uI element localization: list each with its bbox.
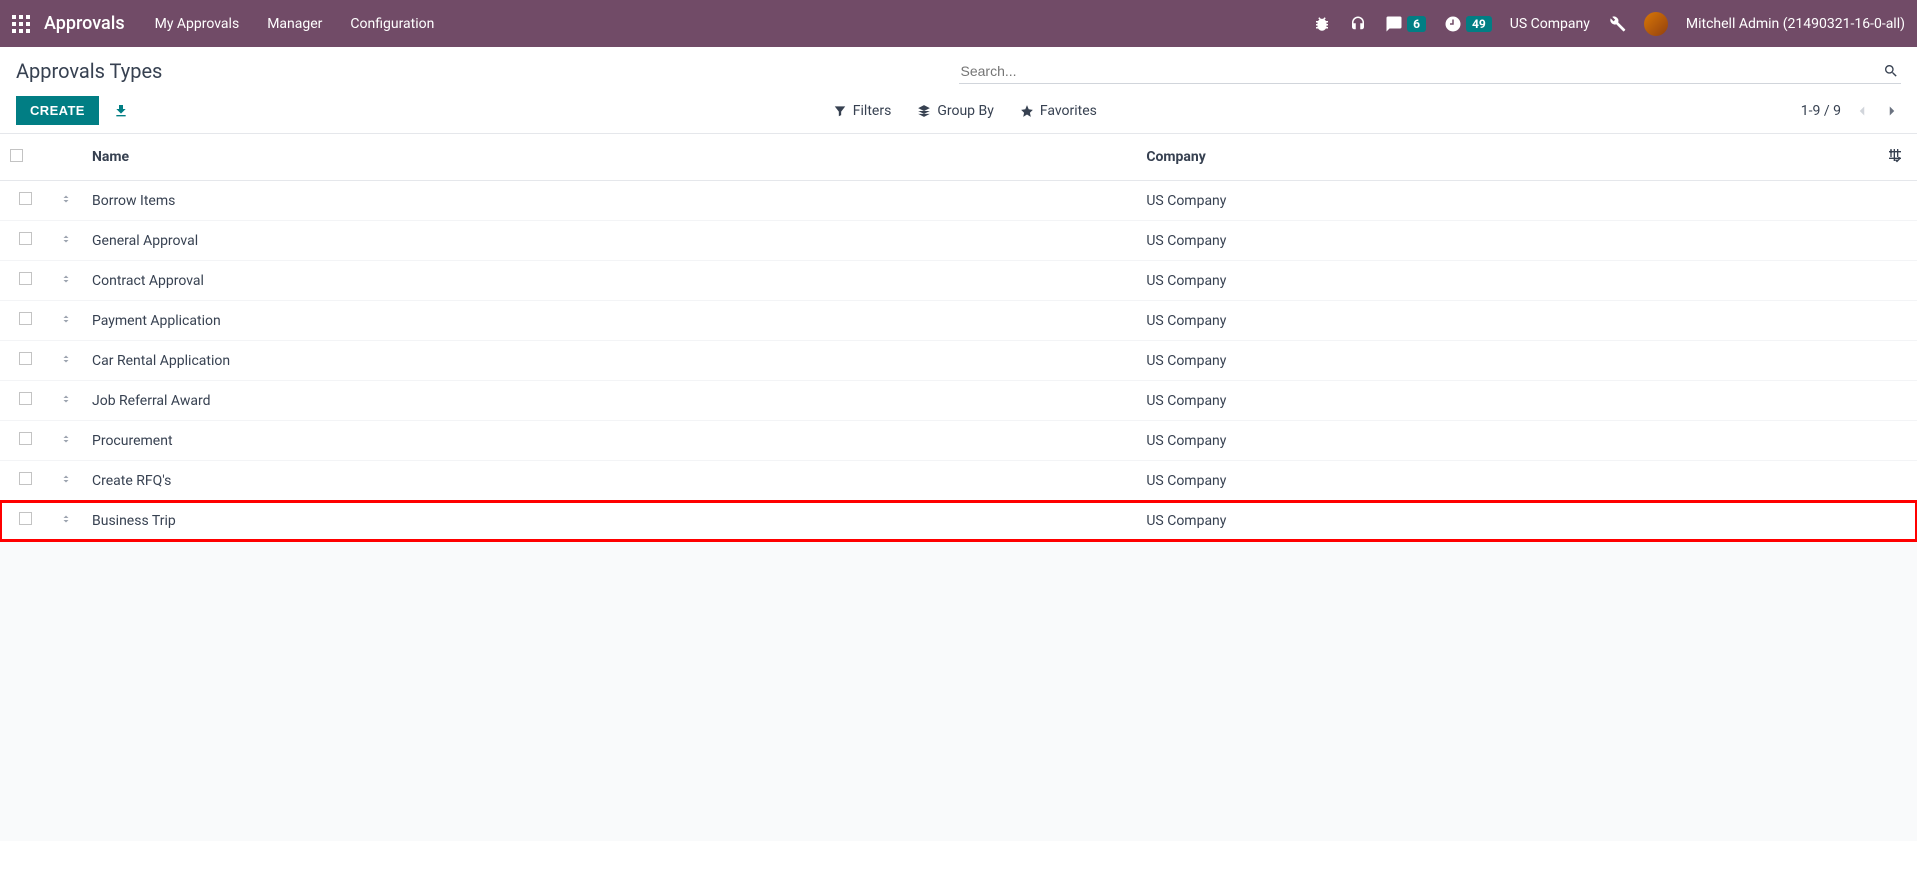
drag-handle-icon[interactable] xyxy=(60,433,72,445)
drag-handle-icon[interactable] xyxy=(60,273,72,285)
search-icon[interactable] xyxy=(1883,63,1899,79)
cell-name: Borrow Items xyxy=(82,181,1136,221)
nav-item-configuration[interactable]: Configuration xyxy=(350,16,434,32)
messages-button[interactable]: 6 xyxy=(1385,15,1426,33)
approvals-table: Name Company Borrow ItemsUS CompanyGener… xyxy=(0,133,1917,541)
activities-badge: 49 xyxy=(1466,16,1492,32)
cell-name: Create RFQ's xyxy=(82,461,1136,501)
filters-button[interactable]: Filters xyxy=(833,103,892,119)
select-all-checkbox[interactable] xyxy=(10,149,23,162)
drag-handle-icon[interactable] xyxy=(60,353,72,365)
cell-company: US Company xyxy=(1136,461,1877,501)
download-icon[interactable] xyxy=(113,103,129,119)
drag-handle-icon[interactable] xyxy=(60,473,72,485)
cell-name: Job Referral Award xyxy=(82,381,1136,421)
app-title[interactable]: Approvals xyxy=(44,13,125,34)
layers-icon xyxy=(917,104,931,118)
row-checkbox[interactable] xyxy=(19,312,32,325)
cell-company: US Company xyxy=(1136,341,1877,381)
next-icon[interactable] xyxy=(1883,102,1901,120)
search-options: Filters Group By Favorites xyxy=(833,103,1097,119)
drag-handle-icon[interactable] xyxy=(60,393,72,405)
table-row[interactable]: Job Referral AwardUS Company xyxy=(0,381,1917,421)
avatar[interactable] xyxy=(1644,12,1668,36)
row-checkbox[interactable] xyxy=(19,272,32,285)
top-nav: Approvals My Approvals Manager Configura… xyxy=(0,0,1917,47)
table-row[interactable]: Payment ApplicationUS Company xyxy=(0,301,1917,341)
messages-icon xyxy=(1385,15,1403,33)
row-checkbox[interactable] xyxy=(19,352,32,365)
star-icon xyxy=(1020,104,1034,118)
drag-handle-icon[interactable] xyxy=(60,513,72,525)
groupby-label: Group By xyxy=(937,103,994,119)
nav-item-manager[interactable]: Manager xyxy=(267,16,322,32)
company-switcher[interactable]: US Company xyxy=(1510,16,1590,32)
filters-label: Filters xyxy=(853,103,892,119)
prev-icon[interactable] xyxy=(1853,102,1871,120)
table-row[interactable]: Business TripUS Company xyxy=(0,501,1917,541)
pager-text[interactable]: 1-9 / 9 xyxy=(1801,103,1841,119)
table-row[interactable]: Borrow ItemsUS Company xyxy=(0,181,1917,221)
cell-name: Car Rental Application xyxy=(82,341,1136,381)
breadcrumb: Approvals Types xyxy=(16,59,162,83)
empty-area xyxy=(0,541,1917,841)
nav-left: Approvals My Approvals Manager Configura… xyxy=(12,13,434,34)
table-row[interactable]: General ApprovalUS Company xyxy=(0,221,1917,261)
cell-name: Business Trip xyxy=(82,501,1136,541)
bug-icon[interactable] xyxy=(1313,15,1331,33)
cell-company: US Company xyxy=(1136,301,1877,341)
favorites-button[interactable]: Favorites xyxy=(1020,103,1097,119)
nav-menu: My Approvals Manager Configuration xyxy=(155,16,435,32)
cell-company: US Company xyxy=(1136,261,1877,301)
messages-badge: 6 xyxy=(1407,16,1426,32)
apps-icon[interactable] xyxy=(12,15,30,33)
search-box[interactable] xyxy=(959,59,1902,84)
drag-handle-icon[interactable] xyxy=(60,193,72,205)
cell-company: US Company xyxy=(1136,381,1877,421)
row-checkbox[interactable] xyxy=(19,432,32,445)
clock-icon xyxy=(1444,15,1462,33)
column-company[interactable]: Company xyxy=(1136,134,1877,181)
funnel-icon xyxy=(833,104,847,118)
row-checkbox[interactable] xyxy=(19,392,32,405)
column-name[interactable]: Name xyxy=(82,134,1136,181)
row-checkbox[interactable] xyxy=(19,232,32,245)
cell-name: Payment Application xyxy=(82,301,1136,341)
table-row[interactable]: ProcurementUS Company xyxy=(0,421,1917,461)
table-row[interactable]: Car Rental ApplicationUS Company xyxy=(0,341,1917,381)
table-row[interactable]: Contract ApprovalUS Company xyxy=(0,261,1917,301)
drag-handle-icon[interactable] xyxy=(60,233,72,245)
table-row[interactable]: Create RFQ'sUS Company xyxy=(0,461,1917,501)
optional-columns-icon[interactable] xyxy=(1887,147,1903,163)
cell-name: Procurement xyxy=(82,421,1136,461)
nav-right: 6 49 US Company Mitchell Admin (21490321… xyxy=(1313,12,1905,36)
cell-company: US Company xyxy=(1136,501,1877,541)
pager-group: 1-9 / 9 xyxy=(1801,102,1901,120)
search-input[interactable] xyxy=(961,63,1876,79)
drag-handle-icon[interactable] xyxy=(60,313,72,325)
support-icon[interactable] xyxy=(1349,15,1367,33)
row-checkbox[interactable] xyxy=(19,192,32,205)
cell-company: US Company xyxy=(1136,421,1877,461)
cell-name: General Approval xyxy=(82,221,1136,261)
cell-company: US Company xyxy=(1136,181,1877,221)
cell-name: Contract Approval xyxy=(82,261,1136,301)
cell-company: US Company xyxy=(1136,221,1877,261)
favorites-label: Favorites xyxy=(1040,103,1097,119)
row-checkbox[interactable] xyxy=(19,472,32,485)
groupby-button[interactable]: Group By xyxy=(917,103,994,119)
activities-button[interactable]: 49 xyxy=(1444,15,1492,33)
row-checkbox[interactable] xyxy=(19,512,32,525)
nav-item-my-approvals[interactable]: My Approvals xyxy=(155,16,240,32)
control-panel: Approvals Types CREATE Filters Group By … xyxy=(0,47,1917,133)
create-button[interactable]: CREATE xyxy=(16,96,99,125)
user-menu[interactable]: Mitchell Admin (21490321-16-0-all) xyxy=(1686,16,1905,32)
tools-icon[interactable] xyxy=(1608,15,1626,33)
